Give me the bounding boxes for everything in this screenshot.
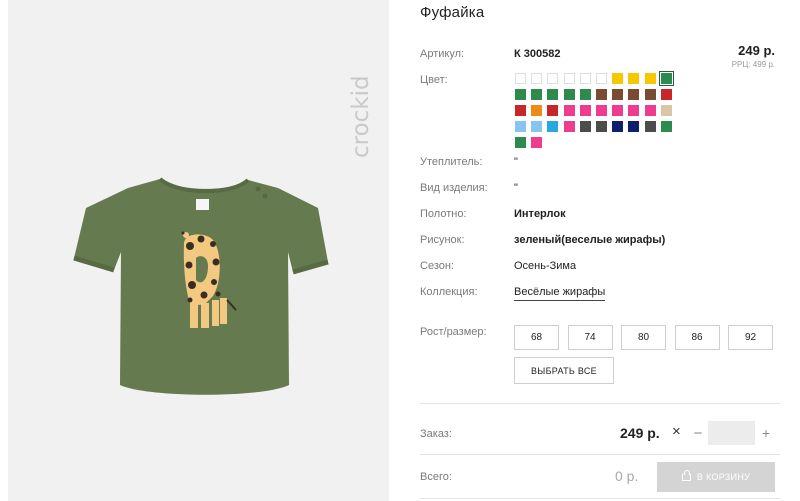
color-swatch[interactable] [658,71,674,86]
color-swatch[interactable] [547,105,559,116]
color-swatch[interactable] [515,73,526,84]
add-to-cart-button[interactable]: В КОРЗИНУ [657,462,775,492]
attribute-label: Сезон: [420,260,454,272]
times-icon: × [672,423,681,440]
attribute-value: Интерлок [514,208,566,220]
color-swatch[interactable] [628,73,640,84]
rrp-price: РРЦ: 499 р. [731,60,775,69]
color-swatch[interactable] [515,137,526,148]
product-gallery: crockid [8,0,389,501]
color-swatch[interactable] [515,89,526,100]
color-swatch[interactable] [644,121,656,132]
attribute-value: зеленый(веселые жирафы) [514,234,666,246]
color-swatch[interactable] [547,89,559,100]
bag-icon [681,469,691,481]
color-swatch[interactable] [628,121,640,132]
color-swatch[interactable] [660,89,672,100]
total-value: 0 р. [615,468,639,484]
color-swatch[interactable] [612,121,624,132]
color-swatch[interactable] [531,137,543,148]
quantity-decrease-button[interactable]: − [690,422,706,444]
attribute-value: " [514,182,518,194]
color-swatch[interactable] [660,105,672,116]
color-swatch[interactable] [660,121,672,132]
color-swatch[interactable] [579,73,591,84]
color-swatch[interactable] [579,89,591,100]
color-swatch[interactable] [563,105,575,116]
color-swatch[interactable] [628,105,640,116]
color-swatch[interactable] [596,121,607,132]
attribute-label: Вид изделия: [420,182,488,194]
divider-order [420,403,780,404]
color-swatch[interactable] [531,73,543,84]
size-option-92[interactable]: 92 [728,325,773,350]
color-swatch[interactable] [596,73,607,84]
product-title: Фуфайка [420,4,485,21]
brand-logo-text: crockid [348,75,374,158]
color-swatch[interactable] [531,105,543,116]
color-swatch[interactable] [612,73,624,84]
quantity-input[interactable] [708,421,755,445]
color-swatch[interactable] [531,89,543,100]
size-option-74[interactable]: 74 [567,325,613,350]
brand-logo: crockid [320,40,389,160]
product-details: Фуфайка Артикул: К 300582 249 р. РРЦ: 49… [420,0,780,501]
quantity-increase-button[interactable]: + [758,422,774,444]
attribute-label: Утеплитель: [420,156,483,168]
size-option-68[interactable]: 68 [514,325,559,350]
color-swatch[interactable] [563,121,575,132]
color-swatch[interactable] [563,73,575,84]
collection-value: Весёлые жирафы [514,286,606,301]
add-to-cart-label: В КОРЗИНУ [696,472,751,482]
size-option-80[interactable]: 80 [621,325,666,350]
color-swatch[interactable] [547,73,559,84]
color-swatch[interactable] [596,89,607,100]
collection-link[interactable]: Весёлые жирафы [514,286,606,301]
color-swatch[interactable] [515,121,526,132]
color-swatch[interactable] [547,121,559,132]
color-label: Цвет: [420,74,448,86]
color-swatch[interactable] [628,89,640,100]
size-option-86[interactable]: 86 [674,325,720,350]
color-swatch[interactable] [579,105,591,116]
attribute-label: Полотно: [420,208,467,220]
order-label: Заказ: [420,428,452,440]
select-all-button[interactable]: ВЫБРАТЬ ВСЕ [514,357,614,384]
attribute-value: Осень-Зима [514,260,577,272]
color-swatch[interactable] [612,89,624,100]
divider-bottom [420,498,780,499]
price: 249 р. [738,43,775,58]
order-price: 249 р. [620,425,660,441]
color-swatch[interactable] [644,89,656,100]
color-swatch[interactable] [596,105,607,116]
collection-label: Коллекция: [420,286,478,298]
attribute-label: Рисунок: [420,234,465,246]
color-swatch[interactable] [644,105,656,116]
color-swatch[interactable] [612,105,624,116]
size-label: Рост/размер: [420,326,487,338]
color-swatch[interactable] [644,73,656,84]
attribute-value: " [514,156,518,168]
divider-total [420,454,780,455]
color-swatch[interactable] [579,121,591,132]
article-value: К 300582 [514,48,561,60]
total-label: Всего: [420,471,452,483]
color-swatch[interactable] [563,89,575,100]
color-swatch[interactable] [515,105,526,116]
article-label: Артикул: [420,48,465,60]
color-swatch[interactable] [531,121,543,132]
